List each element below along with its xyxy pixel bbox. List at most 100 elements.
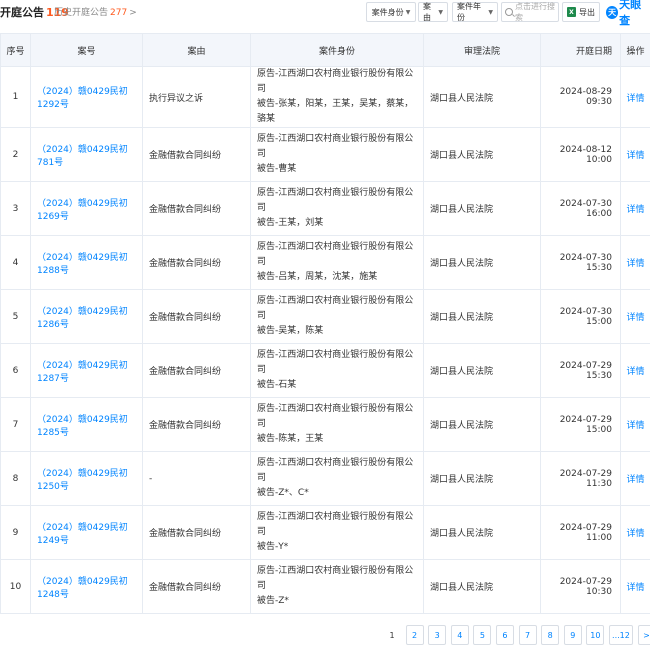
- case-cause: -: [142, 451, 251, 506]
- history-link[interactable]: 历史开庭公告 277 >: [54, 5, 137, 18]
- page-button-4[interactable]: 4: [450, 625, 469, 645]
- page-button-3[interactable]: 3: [428, 625, 447, 645]
- page-button-9[interactable]: 9: [563, 625, 582, 645]
- col-header-date: 开庭日期: [540, 33, 621, 67]
- details-link[interactable]: 详情: [620, 343, 650, 398]
- page-button-11[interactable]: ...12: [608, 625, 633, 645]
- case-parties: 原告-江西湖口农村商业银行股份有限公司 被告-陈某，王某: [250, 397, 424, 452]
- case-cause: 金融借款合同纠纷: [142, 289, 251, 344]
- next-page-button[interactable]: >: [637, 625, 650, 645]
- case-parties: 原告-江西湖口农村商业银行股份有限公司 被告-Z*、C*: [250, 451, 424, 506]
- logo-text: 天眼查: [619, 0, 642, 27]
- caret-down-icon[interactable]: ▼: [488, 9, 493, 16]
- details-link[interactable]: 详情: [620, 397, 650, 452]
- row-number: 4: [0, 235, 31, 290]
- search-input[interactable]: 点击进行搜索: [501, 2, 559, 22]
- filter-case-role[interactable]: 案件身份 ▼: [366, 2, 416, 22]
- case-number-link[interactable]: （2024）赣0429民初1287号: [30, 343, 143, 398]
- court-name: 湖口县人民法院: [423, 559, 541, 614]
- header: 开庭公告 119 历史开庭公告 277 > 案件身份 ▼ 案由 ▼ 案件年份 ▼ 点击进行搜…: [0, 0, 650, 27]
- filter-cause-label[interactable]: 案由: [423, 1, 436, 23]
- filter-case-year-label[interactable]: 案件年份: [457, 1, 486, 23]
- details-link[interactable]: 详情: [620, 127, 650, 182]
- hearing-date: 2024-07-30 15:00: [540, 289, 621, 344]
- plaintiff: 原告-江西湖口农村商业银行股份有限公司: [257, 296, 414, 321]
- table-row: 10 （2024）赣0429民初1248号 金融借款合同纠纷 原告-江西湖口农村商业银…: [0, 559, 650, 614]
- court-name: 湖口县人民法院: [423, 451, 541, 506]
- case-number-link[interactable]: （2024）赣0429民初1269号: [30, 181, 143, 236]
- case-number-link[interactable]: （2024）赣0429民初1286号: [30, 289, 143, 344]
- page-button-7[interactable]: 7: [518, 625, 537, 645]
- details-link[interactable]: 详情: [620, 559, 650, 614]
- details-link[interactable]: 详情: [620, 505, 650, 560]
- case-number-link[interactable]: （2024）赣0429民初781号: [30, 127, 143, 182]
- case-cause: 金融借款合同纠纷: [142, 127, 251, 182]
- details-link[interactable]: 详情: [620, 289, 650, 344]
- case-parties: 原告-江西湖口农村商业银行股份有限公司 被告-曹某: [250, 127, 424, 182]
- row-number: 2: [0, 127, 31, 182]
- row-number: 7: [0, 397, 31, 452]
- table-row: 9 （2024）赣0429民初1249号 金融借款合同纠纷 原告-江西湖口农村商业银行…: [0, 505, 650, 560]
- page-button-1[interactable]: 1: [383, 625, 401, 645]
- details-link[interactable]: 详情: [620, 451, 650, 506]
- hearing-date: 2024-07-29 15:00: [540, 397, 621, 452]
- hearing-date: 2024-08-29 09:30: [540, 66, 621, 128]
- court-name: 湖口县人民法院: [423, 66, 541, 128]
- case-number-link[interactable]: （2024）赣0429民初1249号: [30, 505, 143, 560]
- page-button-5[interactable]: 5: [473, 625, 492, 645]
- history-label[interactable]: 历史开庭公告: [54, 8, 108, 18]
- case-number-link[interactable]: （2024）赣0429民初1285号: [30, 397, 143, 452]
- row-number: 3: [0, 181, 31, 236]
- chevron-right-icon[interactable]: >: [129, 8, 137, 18]
- export-label[interactable]: 导出: [579, 7, 595, 18]
- row-number: 1: [0, 66, 31, 128]
- caret-down-icon[interactable]: ▼: [406, 9, 411, 16]
- filter-cause[interactable]: 案由 ▼: [418, 2, 448, 22]
- search-placeholder[interactable]: 点击进行搜索: [515, 1, 558, 23]
- plaintiff: 原告-江西湖口农村商业银行股份有限公司: [257, 134, 414, 159]
- page-button-2[interactable]: 2: [405, 625, 424, 645]
- hearing-date: 2024-07-30 15:30: [540, 235, 621, 290]
- page-button-8[interactable]: 8: [541, 625, 560, 645]
- details-link[interactable]: 详情: [620, 181, 650, 236]
- defendant: 被告-Z*、C*: [257, 488, 309, 498]
- plaintiff: 原告-江西湖口农村商业银行股份有限公司: [257, 69, 414, 94]
- page-button-6[interactable]: 6: [495, 625, 514, 645]
- defendant: 被告-吕某，周某，沈某，施某: [257, 272, 378, 282]
- case-number-link[interactable]: （2024）赣0429民初1250号: [30, 451, 143, 506]
- history-count[interactable]: 277: [110, 8, 127, 18]
- case-parties: 原告-江西湖口农村商业银行股份有限公司 被告-吕某，周某，沈某，施某: [250, 235, 424, 290]
- hearing-date: 2024-08-12 10:00: [540, 127, 621, 182]
- case-parties: 原告-江西湖口农村商业银行股份有限公司 被告-Y*: [250, 505, 424, 560]
- row-number: 10: [0, 559, 31, 614]
- tianyancha-logo-icon: 天: [606, 5, 619, 19]
- case-number-link[interactable]: （2024）赣0429民初1292号: [30, 66, 143, 128]
- hearing-date: 2024-07-29 11:30: [540, 451, 621, 506]
- filter-case-year[interactable]: 案件年份 ▼: [452, 2, 498, 22]
- case-number-link[interactable]: （2024）赣0429民初1288号: [30, 235, 143, 290]
- case-parties: 原告-江西湖口农村商业银行股份有限公司 被告-王某，刘某: [250, 181, 424, 236]
- table-row: 4 （2024）赣0429民初1288号 金融借款合同纠纷 原告-江西湖口农村商业银行…: [0, 235, 650, 290]
- defendant: 被告-吴某，陈某: [257, 326, 324, 336]
- filter-case-role-label[interactable]: 案件身份: [372, 7, 404, 18]
- details-link[interactable]: 详情: [620, 66, 650, 128]
- table-row: 3 （2024）赣0429民初1269号 金融借款合同纠纷 原告-江西湖口农村商业银行…: [0, 181, 650, 236]
- case-cause: 金融借款合同纠纷: [142, 559, 251, 614]
- logo: 天天眼查: [606, 0, 650, 27]
- table-row: 7 （2024）赣0429民初1285号 金融借款合同纠纷 原告-江西湖口农村商业银行…: [0, 397, 650, 452]
- case-cause: 金融借款合同纠纷: [142, 181, 251, 236]
- case-parties: 原告-江西湖口农村商业银行股份有限公司 被告-石某: [250, 343, 424, 398]
- case-cause: 金融借款合同纠纷: [142, 235, 251, 290]
- defendant: 被告-Y*: [257, 542, 289, 552]
- case-number-link[interactable]: （2024）赣0429民初1248号: [30, 559, 143, 614]
- export-button[interactable]: X 导出: [562, 2, 600, 22]
- case-cause: 执行异议之诉: [142, 66, 251, 128]
- caret-down-icon[interactable]: ▼: [438, 9, 443, 16]
- table-header-row: 序号 案号 案由 案件身份 审理法院 开庭日期 操作: [0, 33, 650, 67]
- page-button-10[interactable]: 10: [586, 625, 605, 645]
- defendant: 被告-Z*: [257, 596, 289, 606]
- table-row: 1 （2024）赣0429民初1292号 执行异议之诉 原告-江西湖口农村商业银行股份…: [0, 66, 650, 128]
- details-link[interactable]: 详情: [620, 235, 650, 290]
- case-cause: 金融借款合同纠纷: [142, 397, 251, 452]
- hearing-date: 2024-07-30 16:00: [540, 181, 621, 236]
